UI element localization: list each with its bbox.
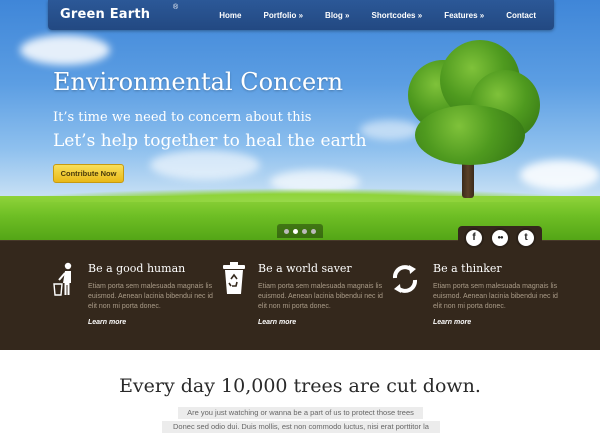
feature-text: Etiam porta sem malesuada magnais lis eu… [88,283,213,310]
learn-more-link[interactable]: Learn more [88,319,126,326]
nav-item-shortcodes[interactable]: Shortcodes » [372,11,423,20]
main-nav: Home Portfolio » Blog » Shortcodes » Fea… [197,11,536,20]
flickr-glyph: ●● [497,235,503,241]
cloud [20,35,110,65]
hero-title: Environmental Concern [53,68,344,96]
feature-text: Etiam porta sem malesuada magnais lis eu… [258,283,383,310]
section-subtext-1: Are you just watching or wanna be a part… [178,407,423,419]
refresh-arrows-icon [392,265,418,293]
registered-mark: ® [173,4,179,11]
nav-item-home[interactable]: Home [219,11,241,20]
contribute-button[interactable]: Contribute Now [53,164,124,183]
cloud [360,120,420,140]
nav-item-blog[interactable]: Blog » [325,11,349,20]
feature-title: Be a good human [88,262,186,275]
feature-title: Be a world saver [258,262,352,275]
twitter-glyph: t [524,232,528,243]
slider-dot[interactable] [284,228,289,234]
site-logo[interactable]: Green Earth [60,7,150,22]
learn-more-link[interactable]: Learn more [433,319,471,326]
cloud [150,150,260,180]
facebook-icon[interactable]: f [464,228,484,248]
hero-slider: Green Earth ® Home Portfolio » Blog » Sh… [0,0,600,240]
section-heading: Every day 10,000 trees are cut down. [119,375,481,397]
flickr-icon[interactable]: ●● [490,228,510,248]
nav-item-portfolio[interactable]: Portfolio » [263,11,303,20]
slider-pagination [277,224,323,238]
facebook-glyph: f [472,232,476,243]
recycle-bin-icon [223,262,245,294]
slider-dot-active[interactable] [293,228,298,234]
section-subtext-2: Donec sed odio dui. Duis mollis, est non… [162,421,440,433]
hero-subtitle-2: Let’s help together to heal the earth [53,131,367,151]
cloud [520,160,600,190]
nav-item-features[interactable]: Features » [444,11,484,20]
learn-more-link[interactable]: Learn more [258,319,296,326]
feature-title: Be a thinker [433,262,502,275]
top-navbar: Green Earth ® Home Portfolio » Blog » Sh… [48,0,554,30]
nav-item-contact[interactable]: Contact [506,11,536,20]
person-trash-icon [53,262,72,296]
slider-dot[interactable] [311,228,316,234]
hero-subtitle-1: It’s time we need to concern about this [53,110,312,125]
tree-foliage [415,105,525,165]
slider-dot[interactable] [302,228,307,234]
feature-text: Etiam porta sem malesuada magnais lis eu… [433,283,558,310]
twitter-icon[interactable]: t [516,228,536,248]
